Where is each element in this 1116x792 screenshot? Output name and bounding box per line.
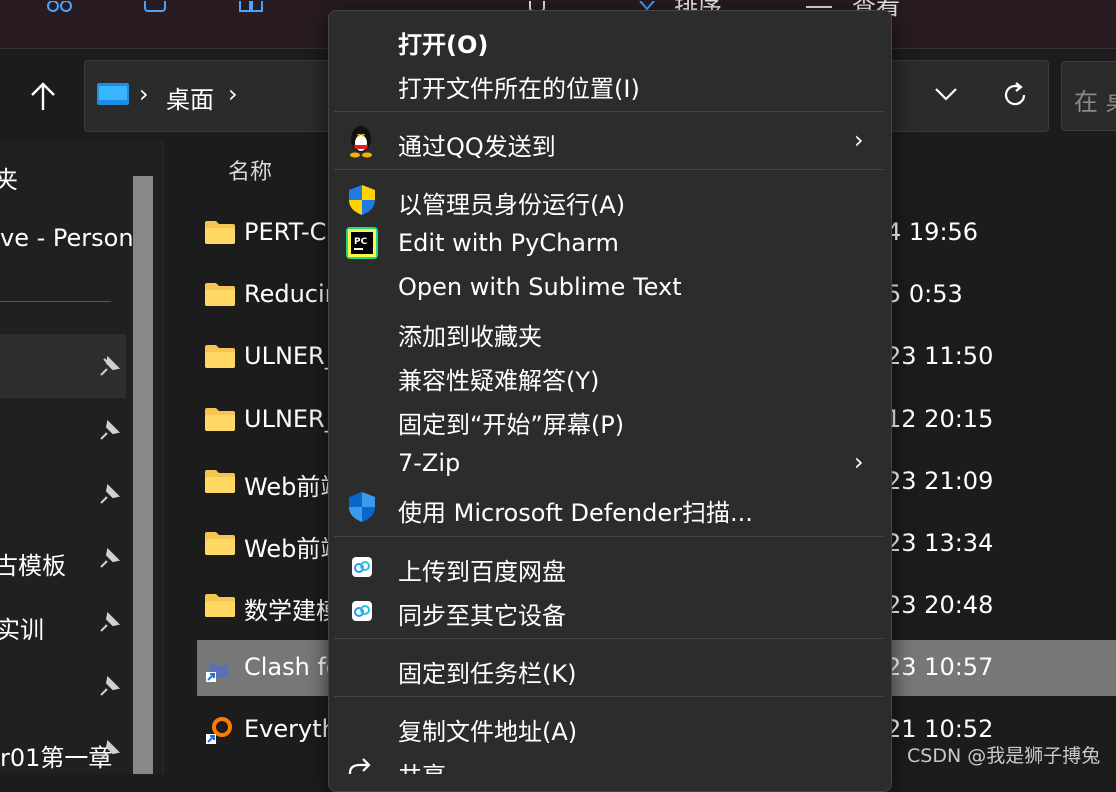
nav-divider <box>0 301 111 302</box>
baidu-netdisk-icon <box>352 557 372 577</box>
everything-shortcut-icon <box>204 716 234 746</box>
file-name[interactable]: 数学建模 <box>244 591 340 626</box>
clash-shortcut-icon <box>204 654 234 684</box>
folder-icon <box>205 593 235 617</box>
folder-icon <box>205 469 235 493</box>
paste-icon[interactable] <box>238 0 266 14</box>
submenu-arrow-icon: › <box>854 448 864 476</box>
menu-separator <box>334 638 884 639</box>
file-date: 23 21:09 <box>886 467 994 495</box>
folder-icon <box>205 407 235 431</box>
file-name[interactable]: ULNER_ <box>244 405 337 433</box>
menu-item-edit-with-pycharm[interactable]: Edit with PyCharm <box>398 229 619 257</box>
menu-item-pin-to-start[interactable]: 固定到“开始”屏幕(P) <box>398 405 624 440</box>
menu-item-sync-devices[interactable]: 同步至其它设备 <box>398 596 566 631</box>
file-date: 23 11:50 <box>886 342 994 370</box>
folder-icon <box>205 531 235 555</box>
nav-item[interactable]: 古模板 <box>0 546 66 581</box>
column-header-name[interactable]: 名称 <box>228 154 272 186</box>
pin-icon[interactable] <box>98 547 121 570</box>
pin-icon[interactable] <box>98 611 121 634</box>
pycharm-icon: PC <box>346 227 378 259</box>
file-date: 23 13:34 <box>886 529 994 557</box>
menu-item-add-to-favorites[interactable]: 添加到收藏夹 <box>398 317 542 352</box>
menu-item-share-clip: 共享 <box>398 756 498 774</box>
up-arrow-icon[interactable] <box>28 80 58 114</box>
nav-item[interactable]: 实训 <box>0 610 44 645</box>
menu-item-open[interactable]: 打开(O) <box>398 25 488 60</box>
file-name[interactable]: Clash fo <box>244 653 341 681</box>
submenu-arrow-icon: › <box>854 126 864 154</box>
folder-icon <box>205 220 235 244</box>
watermark: CSDN @我是狮子搏兔 <box>907 745 1101 767</box>
file-name[interactable]: Everyth <box>244 715 337 743</box>
defender-shield-icon <box>347 491 377 523</box>
file-date: 23 10:57 <box>886 653 994 681</box>
menu-item-share[interactable]: 共享 <box>398 756 446 774</box>
svg-text:PC: PC <box>354 237 368 247</box>
search-placeholder: 在 桌 <box>1074 88 1116 116</box>
pin-icon[interactable] <box>98 675 121 698</box>
menu-item-pin-to-taskbar[interactable]: 固定到任务栏(K) <box>398 654 576 689</box>
breadcrumb-desktop[interactable]: 桌面 <box>166 80 214 115</box>
menu-item-run-as-admin[interactable]: 以管理员身份运行(A) <box>398 185 625 220</box>
menu-item-upload-baidu[interactable]: 上传到百度网盘 <box>398 552 566 587</box>
qq-penguin-icon <box>345 124 377 158</box>
folder-icon <box>205 282 235 306</box>
menu-separator <box>334 696 884 697</box>
nav-item-onedrive[interactable]: ve - Person <box>0 224 134 252</box>
layout-icon[interactable] <box>45 0 73 14</box>
nav-item[interactable]: 夹 <box>0 160 18 195</box>
file-name[interactable]: PERT-C <box>244 218 326 246</box>
file-date: 12 20:15 <box>886 405 994 433</box>
file-date: 23 20:48 <box>886 591 994 619</box>
pin-icon[interactable] <box>98 739 121 762</box>
menu-separator <box>334 536 884 537</box>
pin-icon[interactable] <box>98 483 121 506</box>
copy-icon[interactable] <box>142 0 170 14</box>
menu-item-7zip[interactable]: 7-Zip <box>398 449 460 477</box>
nav-scrollbar[interactable] <box>133 176 153 774</box>
menu-item-compat-troubleshoot[interactable]: 兼容性疑难解答(Y) <box>398 361 599 396</box>
menu-item-copy-path[interactable]: 复制文件地址(A) <box>398 712 577 747</box>
menu-item-open-file-location[interactable]: 打开文件所在的位置(I) <box>398 69 640 104</box>
pin-icon[interactable] <box>98 419 121 442</box>
file-date: 21 10:52 <box>886 715 994 743</box>
desktop-icon <box>97 83 129 107</box>
chevron-right-icon[interactable]: › <box>228 80 238 108</box>
chevron-down-icon[interactable] <box>934 86 958 106</box>
file-date: 5 0:53 <box>886 280 963 308</box>
nav-item[interactable]: r01第一章 <box>0 738 112 773</box>
menu-item-defender-scan[interactable]: 使用 Microsoft Defender扫描... <box>398 493 753 528</box>
menu-separator <box>334 111 884 112</box>
uac-shield-icon <box>347 184 377 216</box>
menu-item-open-with-sublime[interactable]: Open with Sublime Text <box>398 273 682 301</box>
file-name[interactable]: Reducir <box>244 280 335 308</box>
chevron-right-icon[interactable]: › <box>139 80 149 108</box>
menu-separator <box>334 169 884 170</box>
share-icon <box>346 755 378 774</box>
file-date: 4 19:56 <box>886 218 979 246</box>
refresh-icon[interactable] <box>1000 80 1030 110</box>
folder-icon <box>205 344 235 368</box>
baidu-netdisk-icon <box>352 601 372 621</box>
pin-icon[interactable] <box>98 355 121 378</box>
file-name[interactable]: ULNER_ <box>244 342 337 370</box>
menu-item-send-via-qq[interactable]: 通过QQ发送到 <box>398 127 556 162</box>
